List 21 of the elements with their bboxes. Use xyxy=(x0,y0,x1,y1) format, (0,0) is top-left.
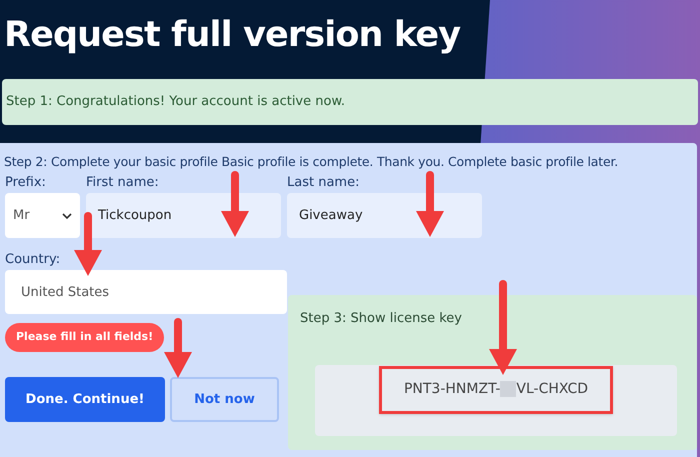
arrow-annotation xyxy=(221,171,249,237)
chevron-icon xyxy=(62,212,72,220)
success-banner: Step 1: Congratulations! Your account is active now. xyxy=(2,79,698,124)
license-key: PNT3-HNMZT- VL-CHXCD xyxy=(404,379,588,400)
prefix-select[interactable]: Mr xyxy=(5,193,80,238)
name-field[interactable]: Giveaway xyxy=(287,193,482,238)
field-label: Prefix: xyxy=(5,174,46,192)
arrow-annotation xyxy=(416,171,444,237)
field-label: First name: xyxy=(86,174,159,192)
field-label: Country: xyxy=(5,251,62,270)
license-key-field[interactable]: PNT3-HNMZT- VL-CHXCD xyxy=(315,364,677,436)
country-select[interactable]: United States xyxy=(5,270,287,314)
field-label: Last name: xyxy=(287,174,360,192)
page-title: Request full version key xyxy=(3,14,462,57)
step-title: Step 3: Show license key xyxy=(300,310,463,328)
name-field[interactable]: Tickcoupon xyxy=(86,193,281,238)
not-now-button[interactable]: Not now xyxy=(170,376,279,422)
arrow-annotation xyxy=(164,318,192,378)
error-message: Please fill in all fields! xyxy=(5,323,164,352)
step-text: Step 2: Complete your basic profile Basic profile is complete. Thank you. Complete basic profile later. xyxy=(4,152,620,171)
continue-button[interactable]: Done. Continue! xyxy=(5,376,165,422)
